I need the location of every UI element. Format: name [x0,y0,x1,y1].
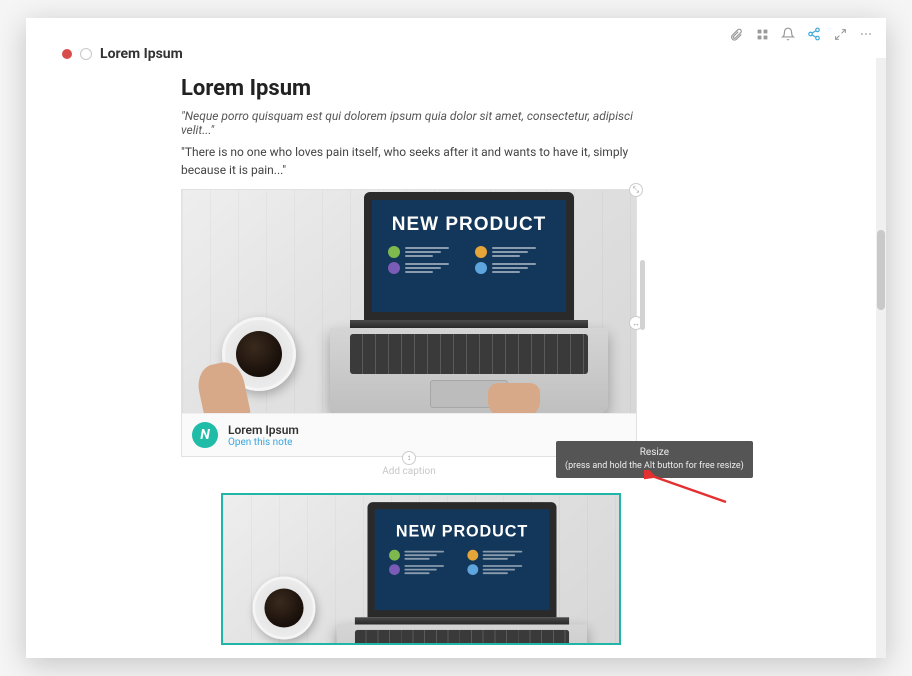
content-area: Lorem Ipsum "Neque porro quisquam est qu… [181,76,637,645]
scrollbar-thumb[interactable] [877,230,885,310]
emoji-placeholder-icon[interactable] [80,48,92,60]
bell-icon[interactable] [780,26,796,42]
hand-icon [488,383,540,413]
screen-heading: NEW PRODUCT [384,522,541,541]
image-block-2[interactable]: NEW PRODUCT [221,493,621,645]
more-icon[interactable] [858,26,874,42]
quote-latin[interactable]: "Neque porro quisquam est qui dolorem ip… [181,109,637,137]
resize-handle-bottom-center[interactable]: ↕ [402,451,416,465]
image-content: NEW PRODUCT [182,190,636,413]
attachment-icon[interactable] [728,26,744,42]
tooltip-subtitle: (press and hold the Alt button for free … [565,460,744,473]
note-title: Lorem Ipsum [228,423,299,437]
caption-placeholder[interactable]: Add caption [382,466,436,477]
image-content: NEW PRODUCT [223,495,619,643]
quote-translation[interactable]: "There is no one who loves pain itself, … [181,143,637,179]
scrollbar-vertical[interactable] [876,58,886,658]
image-block-1[interactable]: NEW PRODUCT N Lorem Ip [181,189,637,457]
laptop-icon: NEW PRODUCT [330,192,608,413]
open-note-link[interactable]: Open this note [228,437,299,448]
selection-edge-indicator [640,260,645,330]
resize-tooltip: Resize (press and hold the Alt button fo… [556,441,753,478]
tooltip-title: Resize [565,446,744,460]
share-icon[interactable] [806,26,822,42]
page-title[interactable]: Lorem Ipsum [181,76,637,101]
resize-handle-top-right[interactable]: ⤡ [629,183,643,197]
status-dot-icon [62,49,72,59]
app-window: Lorem Ipsum Lorem Ipsum "Neque porro qui… [26,18,886,658]
page-title-small: Lorem Ipsum [100,46,183,62]
toolbar [728,26,874,42]
screen-heading: NEW PRODUCT [382,214,556,236]
expand-icon[interactable] [832,26,848,42]
grid-icon[interactable] [754,26,770,42]
note-app-icon: N [192,422,218,448]
